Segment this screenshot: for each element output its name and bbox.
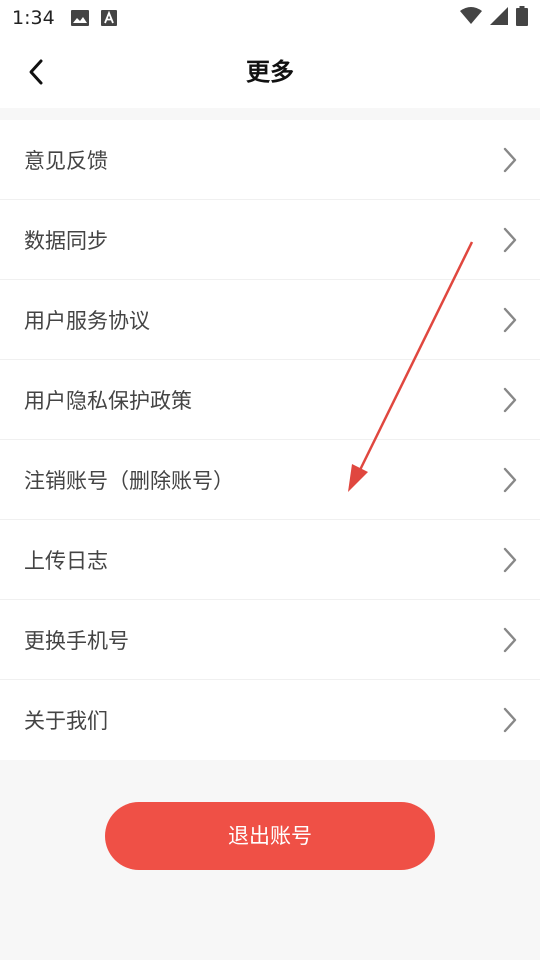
- chevron-right-icon: [503, 227, 517, 253]
- menu-item-label: 用户隐私保护政策: [24, 388, 192, 413]
- wifi-icon: [460, 6, 482, 30]
- logout-button[interactable]: 退出账号: [105, 802, 435, 870]
- menu-item-label: 关于我们: [24, 709, 108, 733]
- menu-item-label: 更换手机号: [24, 628, 129, 653]
- signal-icon: [490, 6, 508, 30]
- back-button[interactable]: [18, 54, 54, 90]
- menu-item-label: 注销账号（删除账号）: [24, 468, 234, 493]
- chevron-right-icon: [503, 627, 517, 653]
- title-bar: 更多: [0, 36, 540, 108]
- chevron-right-icon: [503, 307, 517, 333]
- status-time: 1:34: [12, 7, 55, 29]
- chevron-right-icon: [503, 547, 517, 573]
- chevron-right-icon: [503, 467, 517, 493]
- page-title: 更多: [246, 58, 294, 86]
- image-icon: [70, 10, 89, 26]
- menu-item-label: 数据同步: [24, 228, 108, 253]
- menu-item-user-agreement[interactable]: 用户服务协议: [0, 280, 540, 360]
- menu-item-label: 意见反馈: [24, 148, 108, 173]
- status-bar: 1:34: [0, 0, 540, 36]
- chevron-right-icon: [503, 387, 517, 413]
- menu-item-data-sync[interactable]: 数据同步: [0, 200, 540, 280]
- menu-item-privacy-policy[interactable]: 用户隐私保护政策: [0, 360, 540, 440]
- menu-item-upload-log[interactable]: 上传日志: [0, 520, 540, 600]
- chevron-left-icon: [29, 59, 43, 85]
- menu-item-change-phone[interactable]: 更换手机号: [0, 600, 540, 680]
- a-icon: [100, 10, 117, 26]
- menu-item-label: 用户服务协议: [24, 308, 150, 333]
- menu-item-label: 上传日志: [24, 548, 108, 573]
- menu-item-feedback[interactable]: 意见反馈: [0, 120, 540, 200]
- chevron-right-icon: [503, 147, 517, 173]
- status-right-icons: [460, 5, 528, 31]
- menu-item-about-us[interactable]: 关于我们: [0, 680, 540, 760]
- settings-menu: 意见反馈 数据同步 用户服务协议 用户隐私保护政策 注销账号（删除账号） 上传日…: [0, 120, 540, 760]
- menu-item-delete-account[interactable]: 注销账号（删除账号）: [0, 440, 540, 520]
- battery-icon: [516, 5, 528, 31]
- chevron-right-icon: [503, 707, 517, 733]
